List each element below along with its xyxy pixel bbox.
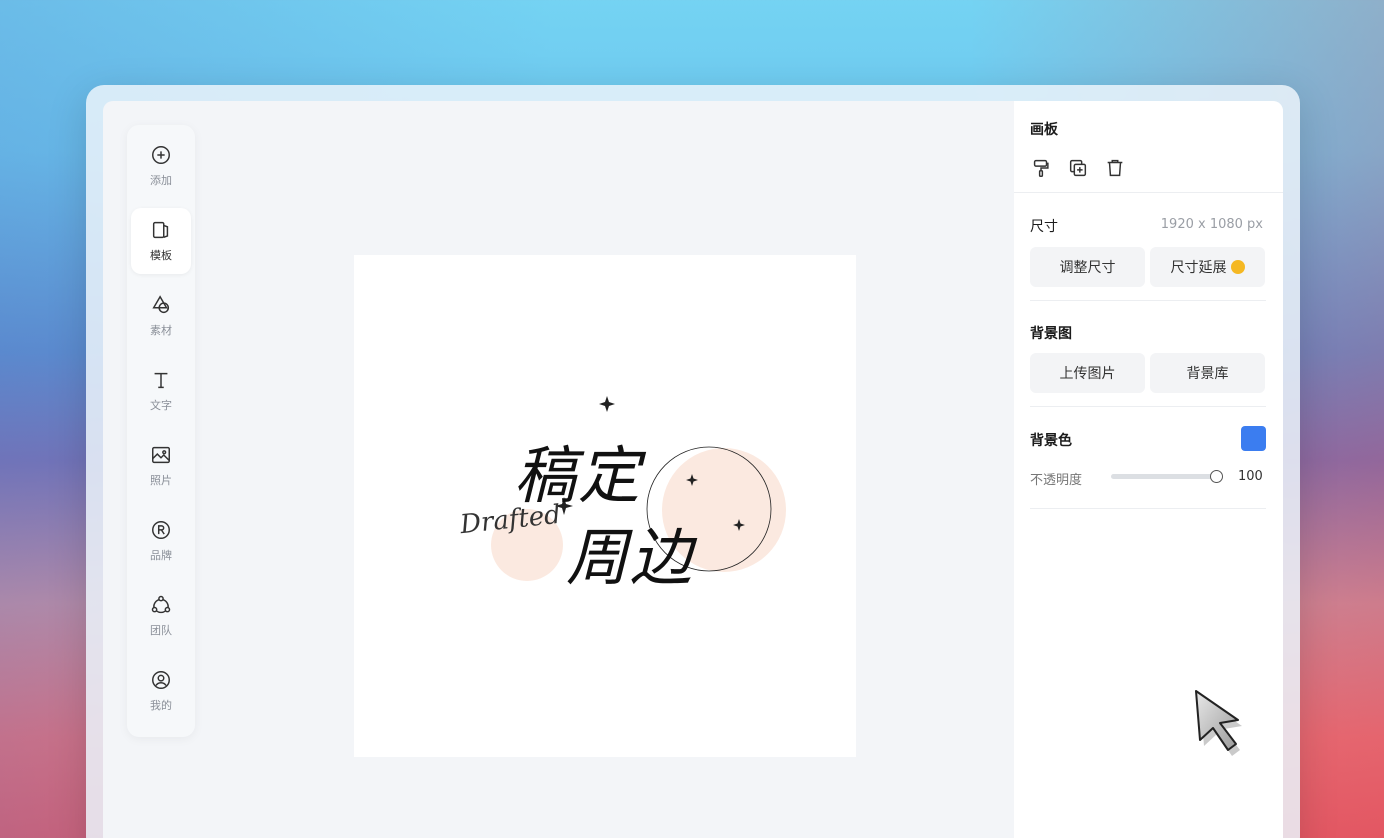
size-value: 1920 x 1080 px: [1160, 217, 1263, 232]
crown-icon: [1230, 260, 1245, 274]
template-icon: [152, 221, 169, 239]
paint-roller-icon[interactable]: [1030, 157, 1052, 179]
background-library-button-label: 背景库: [1186, 366, 1229, 382]
upload-image-button[interactable]: 上传图片: [1030, 353, 1145, 393]
upload-image-button-label: 上传图片: [1059, 366, 1116, 382]
opacity-value[interactable]: 100: [1238, 469, 1263, 484]
divider: [1014, 192, 1283, 193]
trash-icon[interactable]: [1104, 157, 1126, 179]
tool-brand-label: 品牌: [150, 549, 172, 562]
divider: [1030, 508, 1266, 509]
tool-mine[interactable]: 我的: [131, 658, 191, 724]
artboard[interactable]: 稿定 周边 Drafted: [354, 255, 856, 757]
opacity-slider-thumb[interactable]: [1210, 470, 1223, 483]
registered-icon: [152, 521, 170, 539]
tool-add-label: 添加: [150, 174, 172, 187]
background-color-title: 背景色: [1030, 433, 1072, 449]
resize-button-label: 调整尺寸: [1059, 260, 1116, 276]
background-color-swatch[interactable]: [1241, 426, 1266, 451]
tool-template[interactable]: 模板: [131, 208, 191, 274]
team-icon: [151, 595, 171, 614]
background-library-button[interactable]: 背景库: [1150, 353, 1265, 393]
tool-text[interactable]: 文字: [131, 358, 191, 424]
shapes-icon: [152, 295, 170, 314]
tool-team-label: 团队: [150, 624, 172, 637]
tool-material-label: 素材: [150, 324, 172, 337]
mouse-cursor-icon: [1195, 690, 1242, 756]
tool-text-label: 文字: [150, 399, 172, 412]
duplicate-icon[interactable]: [1067, 157, 1089, 179]
editor-app: 添加 模板 素材 文字 照片 品牌 团队 我的 稿定 周边 Drafted 画板…: [103, 101, 1283, 838]
left-toolbar: 添加 模板 素材 文字 照片 品牌 团队 我的: [127, 125, 195, 737]
resize-button[interactable]: 调整尺寸: [1030, 247, 1145, 287]
artboard-section-title: 画板: [1030, 122, 1058, 138]
tool-brand[interactable]: 品牌: [131, 508, 191, 574]
divider: [1030, 300, 1266, 301]
opacity-label: 不透明度: [1030, 473, 1083, 488]
tool-photo-label: 照片: [150, 474, 172, 487]
divider: [1030, 406, 1266, 407]
image-icon: [152, 446, 170, 464]
extend-size-button[interactable]: 尺寸延展: [1150, 247, 1265, 287]
opacity-slider-track[interactable]: [1111, 474, 1217, 479]
user-icon: [152, 671, 170, 689]
extend-size-button-label: 尺寸延展: [1170, 260, 1227, 276]
tool-mine-label: 我的: [150, 699, 172, 712]
size-section-title: 尺寸: [1030, 219, 1058, 235]
background-image-title: 背景图: [1030, 326, 1072, 342]
tool-team[interactable]: 团队: [131, 583, 191, 649]
tool-add[interactable]: 添加: [131, 133, 191, 199]
tool-material[interactable]: 素材: [131, 283, 191, 349]
plus-circle-icon: [152, 146, 170, 164]
text-icon: [154, 372, 168, 389]
artboard-title-line2[interactable]: 周边: [566, 507, 694, 597]
tool-photo[interactable]: 照片: [131, 433, 191, 499]
tool-template-label: 模板: [150, 249, 172, 262]
